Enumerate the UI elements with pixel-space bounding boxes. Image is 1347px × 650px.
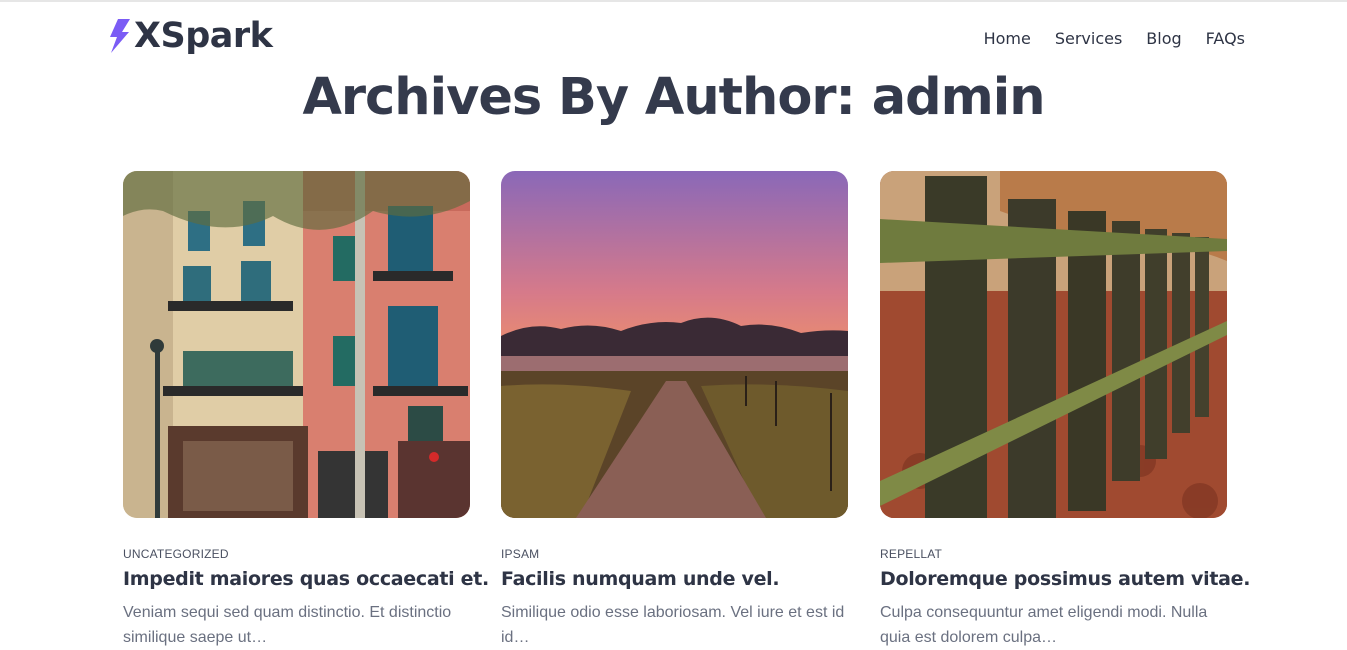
post-card: IPSAM Facilis numquam unde vel. Similiqu… — [501, 171, 848, 650]
post-card: REPELLAT Doloremque possimus autem vitae… — [880, 171, 1250, 650]
post-category[interactable]: UNCATEGORIZED — [123, 547, 470, 561]
main-nav: Home Services Blog FAQs — [984, 29, 1245, 48]
city-building-photo — [123, 171, 470, 518]
page-title: Archives By Author: admin — [302, 68, 1045, 127]
nav-services-link[interactable]: Services — [1055, 29, 1122, 48]
post-title[interactable]: Impedit maiores quas occaecati et. — [123, 568, 489, 590]
sunset-path-photo — [501, 171, 848, 518]
post-title[interactable]: Facilis numquam unde vel. — [501, 568, 848, 590]
site-header: XSpark Home Services Blog FAQs — [0, 2, 1347, 72]
nav-faqs-link[interactable]: FAQs — [1206, 29, 1245, 48]
nav-home-link[interactable]: Home — [984, 29, 1031, 48]
post-title[interactable]: Doloremque possimus autem vitae. — [880, 568, 1250, 590]
wooden-fence-photo — [880, 171, 1227, 518]
post-thumbnail[interactable] — [880, 171, 1227, 518]
site-logo[interactable]: XSpark — [108, 16, 273, 56]
post-thumbnail[interactable] — [501, 171, 848, 518]
post-card: UNCATEGORIZED Impedit maiores quas occae… — [123, 171, 489, 650]
nav-blog-link[interactable]: Blog — [1146, 29, 1181, 48]
post-category[interactable]: IPSAM — [501, 547, 848, 561]
logo-text: XSpark — [134, 16, 273, 56]
post-category[interactable]: REPELLAT — [880, 547, 1227, 561]
lightning-bolt-icon — [110, 19, 130, 53]
post-thumbnail[interactable] — [123, 171, 470, 518]
